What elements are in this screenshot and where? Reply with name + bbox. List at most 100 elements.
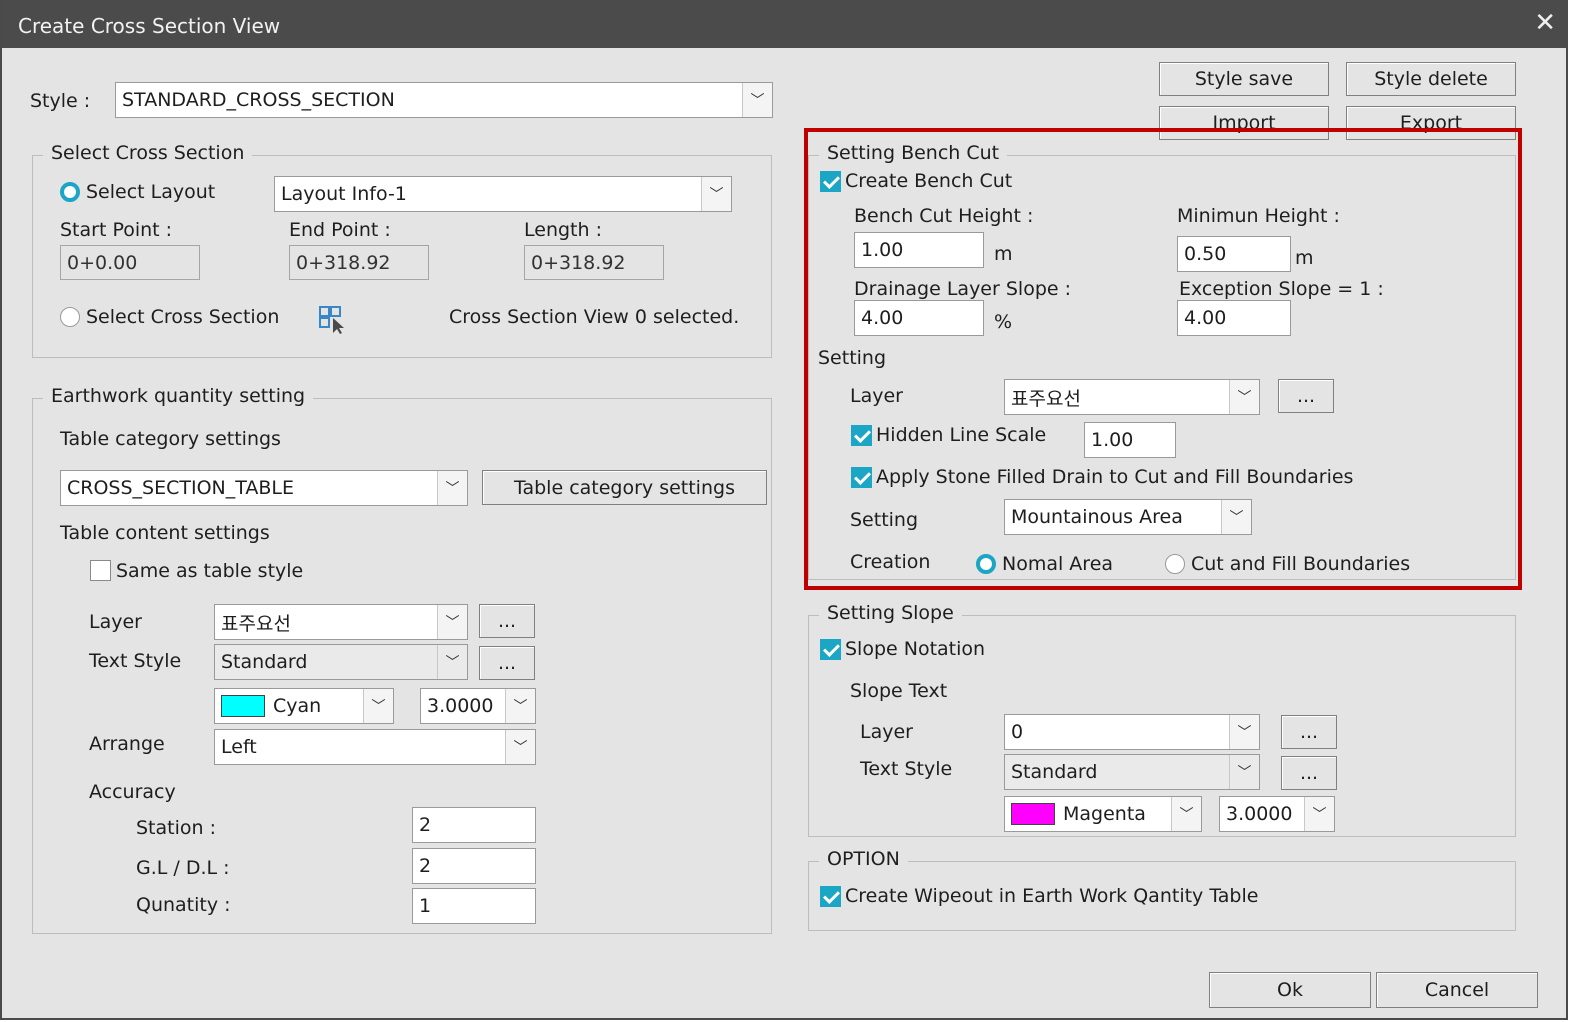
minimum-height-label: Minimun Height : (1177, 205, 1340, 227)
ew-arrange-value: Left (221, 736, 257, 758)
slope-height-select[interactable]: 3.0000 ﹀ (1219, 796, 1335, 832)
chevron-down-icon[interactable]: ﹀ (437, 605, 467, 639)
layout-select[interactable]: Layout Info-1 ﹀ (274, 176, 732, 212)
title-bar: Create Cross Section View ✕ (2, 0, 1568, 48)
same-as-table-style-checkbox[interactable] (90, 560, 111, 581)
select-layout-label: Select Layout (86, 181, 216, 203)
bc-layer-browse-button[interactable]: ... (1278, 379, 1334, 413)
pick-objects-icon[interactable] (318, 305, 348, 335)
start-point-field: 0+0.00 (60, 245, 200, 280)
slope-notation-label: Slope Notation (845, 638, 986, 660)
cut-fill-boundaries-radio[interactable] (1165, 554, 1185, 574)
bc-setting-label: Setting (850, 509, 919, 531)
chevron-down-icon[interactable]: ﹀ (363, 689, 393, 723)
ew-arrange-select[interactable]: Left ﹀ (214, 729, 536, 765)
chevron-down-icon[interactable]: ﹀ (1304, 797, 1334, 831)
hidden-line-scale-field[interactable]: 1.00 (1084, 422, 1176, 458)
create-wipeout-checkbox[interactable] (820, 886, 841, 907)
table-category-button[interactable]: Table category settings (482, 470, 767, 505)
style-delete-button[interactable]: Style delete (1346, 62, 1516, 96)
close-icon[interactable]: ✕ (1534, 8, 1556, 38)
ok-button[interactable]: Ok (1209, 972, 1371, 1008)
bc-layer-value: 표주요선 (1011, 387, 1081, 410)
creation-label: Creation (850, 551, 931, 573)
ew-layer-select[interactable]: 표주요선 ﹀ (214, 604, 468, 640)
ew-color-value: Cyan (273, 695, 322, 717)
drainage-slope-unit: % (994, 311, 1013, 333)
normal-area-radio[interactable] (976, 554, 996, 574)
window-title: Create Cross Section View (18, 14, 281, 38)
layout-select-value: Layout Info-1 (281, 183, 407, 205)
gl-dl-field[interactable]: 2 (412, 848, 536, 884)
bench-cut-height-label: Bench Cut Height : (854, 205, 1034, 227)
cut-fill-boundaries-label: Cut and Fill Boundaries (1191, 553, 1411, 575)
chevron-down-icon[interactable]: ﹀ (1221, 500, 1251, 534)
import-button[interactable]: Import (1159, 106, 1329, 140)
select-layout-radio[interactable] (60, 182, 80, 202)
exception-slope-field[interactable]: 4.00 (1177, 300, 1291, 336)
minimum-height-field[interactable]: 0.50 (1177, 236, 1291, 272)
apply-stone-drain-label: Apply Stone Filled Drain to Cut and Fill… (876, 466, 1354, 488)
table-category-label: Table category settings (60, 428, 281, 450)
slope-layer-browse-button[interactable]: ... (1281, 715, 1337, 749)
cancel-button[interactable]: Cancel (1376, 972, 1538, 1008)
bench-cut-height-unit: m (994, 243, 1013, 265)
hidden-line-scale-checkbox[interactable] (851, 425, 872, 446)
same-as-table-style-label: Same as table style (116, 560, 304, 582)
ew-text-style-select[interactable]: Standard ﹀ (214, 644, 468, 680)
slope-text-style-browse-button[interactable]: ... (1281, 756, 1337, 790)
length-field: 0+318.92 (524, 245, 664, 280)
style-select[interactable]: STANDARD_CROSS_SECTION ﹀ (115, 82, 773, 118)
bc-layer-select[interactable]: 표주요선 ﹀ (1004, 379, 1260, 415)
apply-stone-drain-checkbox[interactable] (851, 467, 872, 488)
select-cross-section-radio[interactable] (60, 307, 80, 327)
ew-height-select[interactable]: 3.0000 ﹀ (420, 688, 536, 724)
table-select[interactable]: CROSS_SECTION_TABLE ﹀ (60, 470, 468, 506)
chevron-down-icon[interactable]: ﹀ (742, 83, 772, 117)
bench-cut-height-field[interactable]: 1.00 (854, 232, 984, 268)
slope-color-select[interactable]: Magenta ﹀ (1004, 796, 1202, 832)
chevron-down-icon[interactable]: ﹀ (701, 177, 731, 211)
ew-layer-browse-button[interactable]: ... (479, 604, 535, 638)
chevron-down-icon[interactable]: ﹀ (1171, 797, 1201, 831)
ew-layer-value: 표주요선 (221, 612, 291, 635)
select-cross-section-label: Select Cross Section (86, 306, 280, 328)
station-field[interactable]: 2 (412, 807, 536, 843)
quantity-label: Qunatity : (136, 894, 231, 916)
ew-color-select[interactable]: Cyan ﹀ (214, 688, 394, 724)
bench-cut-legend: Setting Bench Cut (819, 142, 1008, 164)
style-save-button[interactable]: Style save (1159, 62, 1329, 96)
ew-text-style-browse-button[interactable]: ... (479, 646, 535, 680)
ew-text-style-label: Text Style (89, 650, 182, 672)
create-bench-cut-checkbox[interactable] (820, 171, 841, 192)
slope-layer-select[interactable]: 0 ﹀ (1004, 714, 1260, 750)
ew-height-value: 3.0000 (427, 695, 494, 717)
gl-dl-label: G.L / D.L : (136, 857, 230, 879)
chevron-down-icon[interactable]: ﹀ (437, 645, 467, 679)
chevron-down-icon[interactable]: ﹀ (1229, 755, 1259, 789)
chevron-down-icon[interactable]: ﹀ (437, 471, 467, 505)
slope-color-value: Magenta (1063, 803, 1146, 825)
chevron-down-icon[interactable]: ﹀ (505, 730, 535, 764)
export-button[interactable]: Export (1346, 106, 1516, 140)
slope-text-style-select[interactable]: Standard ﹀ (1004, 754, 1260, 790)
end-point-label: End Point : (289, 219, 391, 241)
drainage-slope-field[interactable]: 4.00 (854, 300, 984, 336)
bc-setting-select[interactable]: Mountainous Area ﹀ (1004, 499, 1252, 535)
chevron-down-icon[interactable]: ﹀ (1229, 380, 1259, 414)
chevron-down-icon[interactable]: ﹀ (505, 689, 535, 723)
dialog-window: Create Cross Section View ✕ Style : STAN… (0, 0, 1568, 1020)
slope-layer-value: 0 (1011, 721, 1024, 743)
quantity-field[interactable]: 1 (412, 888, 536, 924)
style-select-value: STANDARD_CROSS_SECTION (122, 89, 395, 111)
slope-notation-checkbox[interactable] (820, 639, 841, 660)
normal-area-label: Nomal Area (1002, 553, 1114, 575)
slope-height-value: 3.0000 (1226, 803, 1293, 825)
ew-text-style-value: Standard (221, 651, 308, 673)
station-label: Station : (136, 817, 216, 839)
select-cross-section-legend: Select Cross Section (43, 142, 253, 164)
end-point-field: 0+318.92 (289, 245, 429, 280)
length-label: Length : (524, 219, 602, 241)
create-bench-cut-label: Create Bench Cut (845, 170, 1013, 192)
chevron-down-icon[interactable]: ﹀ (1229, 715, 1259, 749)
